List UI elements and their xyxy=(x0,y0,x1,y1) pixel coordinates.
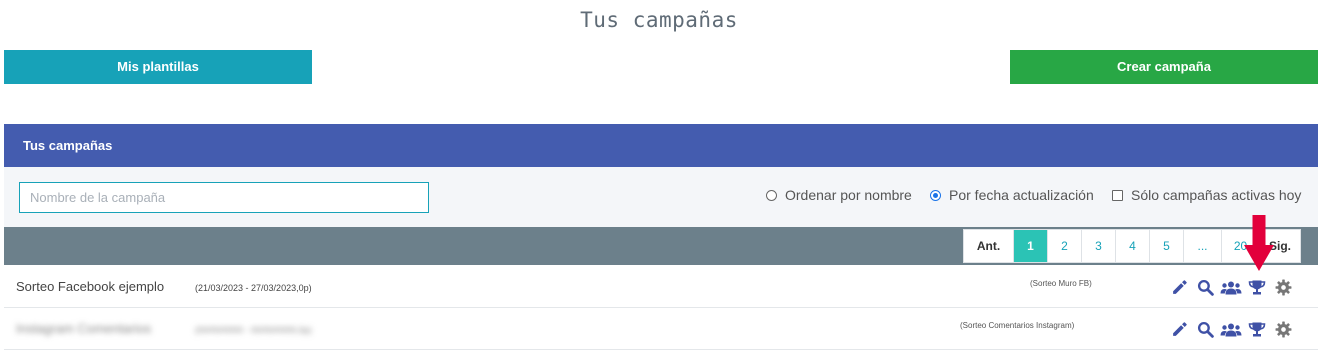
page-ellipsis: ... xyxy=(1184,230,1222,262)
magnifier-icon[interactable] xyxy=(1192,319,1218,339)
pagination-bar: Ant. 1 2 3 4 5 ... 20 Sig. xyxy=(4,227,1318,265)
sort-by-name-option[interactable]: Ordenar por nombre xyxy=(766,187,912,203)
page-button-1[interactable]: 1 xyxy=(1014,230,1048,262)
campaign-name-search-input[interactable] xyxy=(19,182,429,213)
trophy-icon[interactable] xyxy=(1244,319,1270,339)
sort-by-name-label: Ordenar por nombre xyxy=(785,187,912,203)
magnifier-icon[interactable] xyxy=(1192,277,1218,297)
highlight-arrow-icon xyxy=(1244,215,1274,271)
campaign-dates: (21/03/2023 - 27/03/2023,0p) xyxy=(195,283,312,293)
sort-by-date-radio[interactable] xyxy=(930,189,941,201)
my-templates-button[interactable]: Mis plantillas xyxy=(4,50,312,84)
sort-by-name-radio[interactable] xyxy=(766,189,777,201)
active-only-checkbox[interactable] xyxy=(1112,189,1123,201)
campaign-actions xyxy=(1166,319,1296,339)
page-button-5[interactable]: 5 xyxy=(1150,230,1184,262)
active-only-option[interactable]: Sólo campañas activas hoy xyxy=(1112,187,1301,203)
campaign-name: Sorteo Facebook ejemplo xyxy=(16,279,165,294)
campaign-type: (Sorteo Muro FB) xyxy=(1030,279,1092,288)
campaigns-panel-header: Tus campañas xyxy=(4,124,1318,167)
page-title: Tus campañas xyxy=(580,8,738,32)
campaign-actions xyxy=(1166,277,1296,297)
gear-icon[interactable] xyxy=(1270,319,1296,339)
campaign-row: Sorteo Facebook ejemplo (21/03/2023 - 27… xyxy=(4,266,1318,308)
users-icon[interactable] xyxy=(1218,277,1244,297)
gear-icon[interactable] xyxy=(1270,277,1296,297)
page-button-2[interactable]: 2 xyxy=(1048,230,1082,262)
sort-by-date-option[interactable]: Por fecha actualización xyxy=(930,187,1094,203)
pencil-icon[interactable] xyxy=(1166,319,1192,339)
prev-page-button[interactable]: Ant. xyxy=(964,230,1014,262)
page-button-3[interactable]: 3 xyxy=(1082,230,1116,262)
page-button-4[interactable]: 4 xyxy=(1116,230,1150,262)
sort-by-date-label: Por fecha actualización xyxy=(949,187,1094,203)
campaign-type: (Sorteo Comentarios Instagram) xyxy=(960,321,1075,330)
panel-title: Tus campañas xyxy=(23,138,113,153)
active-only-label: Sólo campañas activas hoy xyxy=(1131,187,1302,203)
campaign-row: Instagram Comentarios (00/00/0000 - 00/0… xyxy=(4,308,1318,350)
pencil-icon[interactable] xyxy=(1166,277,1192,297)
filter-bar: Ordenar por nombre Por fecha actualizaci… xyxy=(4,167,1318,227)
create-campaign-button[interactable]: Crear campaña xyxy=(1010,50,1318,84)
trophy-icon[interactable] xyxy=(1244,277,1270,297)
campaign-dates: (00/00/0000 - 00/00/0000,0p) xyxy=(195,325,312,335)
users-icon[interactable] xyxy=(1218,319,1244,339)
campaign-name: Instagram Comentarios xyxy=(16,321,152,336)
